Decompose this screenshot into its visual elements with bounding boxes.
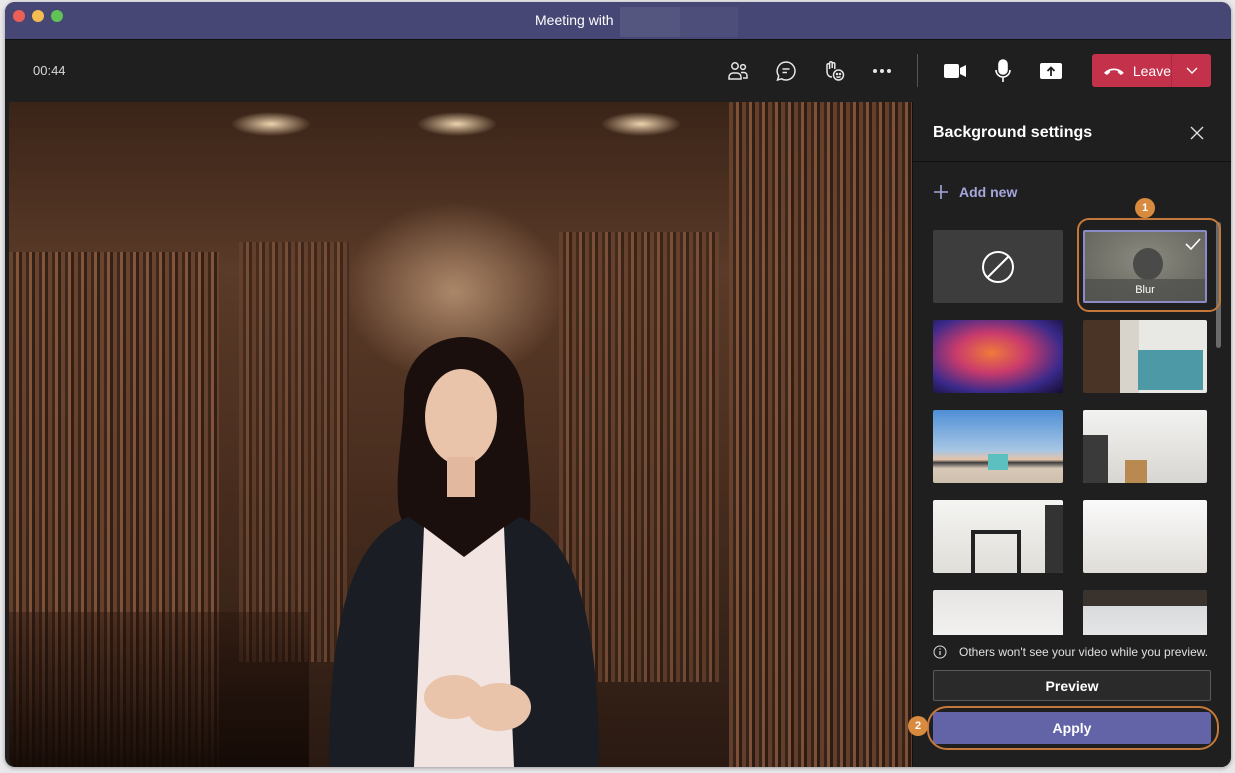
hang-up-icon [1103, 68, 1124, 75]
thumb-mirror [971, 530, 1021, 573]
background-settings-panel: Background settings Add new Blur 1 Other… [908, 102, 1231, 767]
thumb-office-interior[interactable] [1083, 320, 1207, 393]
info-icon [933, 645, 947, 659]
camera-icon[interactable] [941, 57, 969, 85]
microphone-icon[interactable] [989, 57, 1017, 85]
call-timer: 00:44 [33, 63, 66, 78]
chevron-down-icon [1186, 67, 1197, 74]
close-panel-button[interactable] [1186, 122, 1208, 144]
people-icon[interactable] [724, 57, 752, 85]
callout-apply-highlight [927, 706, 1219, 750]
title-bar: Meeting with [5, 2, 1231, 40]
minimize-window-button[interactable] [32, 10, 44, 22]
thumb-door [1125, 460, 1147, 483]
thumb-lifeguard-tower [988, 454, 1008, 470]
thumb-beach-lifeguard[interactable] [933, 410, 1063, 483]
video-feed [9, 102, 912, 767]
thumb-bright-loft[interactable] [1083, 500, 1207, 573]
preview-button[interactable]: Preview [933, 670, 1211, 701]
panel-title: Background settings [933, 124, 1093, 141]
share-screen-icon[interactable] [1037, 57, 1065, 85]
chat-icon[interactable] [772, 57, 800, 85]
thumb-window [1083, 435, 1108, 483]
meeting-window: Meeting with 00:44 Leave Background sett… [5, 2, 1231, 767]
step-badge-1: 1 [1135, 198, 1155, 218]
no-background-icon [982, 250, 1014, 283]
step-badge-2: 2 [908, 716, 928, 736]
desk-foreground [9, 612, 309, 767]
thumb-industrial-loft[interactable] [1083, 590, 1207, 635]
toolbar-divider [917, 54, 918, 87]
thumb-abstract-art[interactable] [933, 320, 1063, 393]
leave-label: Leave [1132, 62, 1171, 79]
add-new-label: Add new [959, 184, 1018, 200]
preview-note: Others won't see your video while you pr… [933, 645, 1208, 659]
callout-blur-highlight [1077, 218, 1221, 312]
leave-options-button[interactable] [1172, 54, 1211, 87]
thumb-office-lockers [1138, 350, 1203, 390]
close-window-button[interactable] [13, 10, 25, 22]
thumb-none[interactable] [933, 230, 1063, 303]
close-icon [1190, 126, 1204, 140]
more-options-icon[interactable] [868, 57, 896, 85]
meeting-toolbar: 00:44 Leave [5, 40, 1231, 102]
bookshelf-right [729, 102, 912, 767]
preview-note-text: Others won't see your video while you pr… [959, 645, 1209, 659]
thumb-living-room-mirror[interactable] [933, 500, 1063, 573]
plus-icon [934, 185, 948, 199]
thumb-window-frame [1045, 505, 1063, 573]
redacted-name-2 [680, 7, 738, 37]
thumb-white-room[interactable] [1083, 410, 1207, 483]
participant-video [329, 337, 599, 767]
leave-button-group: Leave [1092, 54, 1211, 87]
thumb-white-room-2[interactable] [933, 590, 1063, 635]
leave-button[interactable]: Leave [1092, 54, 1171, 87]
add-new-button[interactable]: Add new [933, 184, 1017, 200]
reactions-icon[interactable] [820, 57, 848, 85]
panel-divider [913, 161, 1231, 162]
window-title: Meeting with [535, 12, 614, 28]
redacted-name [620, 7, 680, 37]
maximize-window-button[interactable] [51, 10, 63, 22]
